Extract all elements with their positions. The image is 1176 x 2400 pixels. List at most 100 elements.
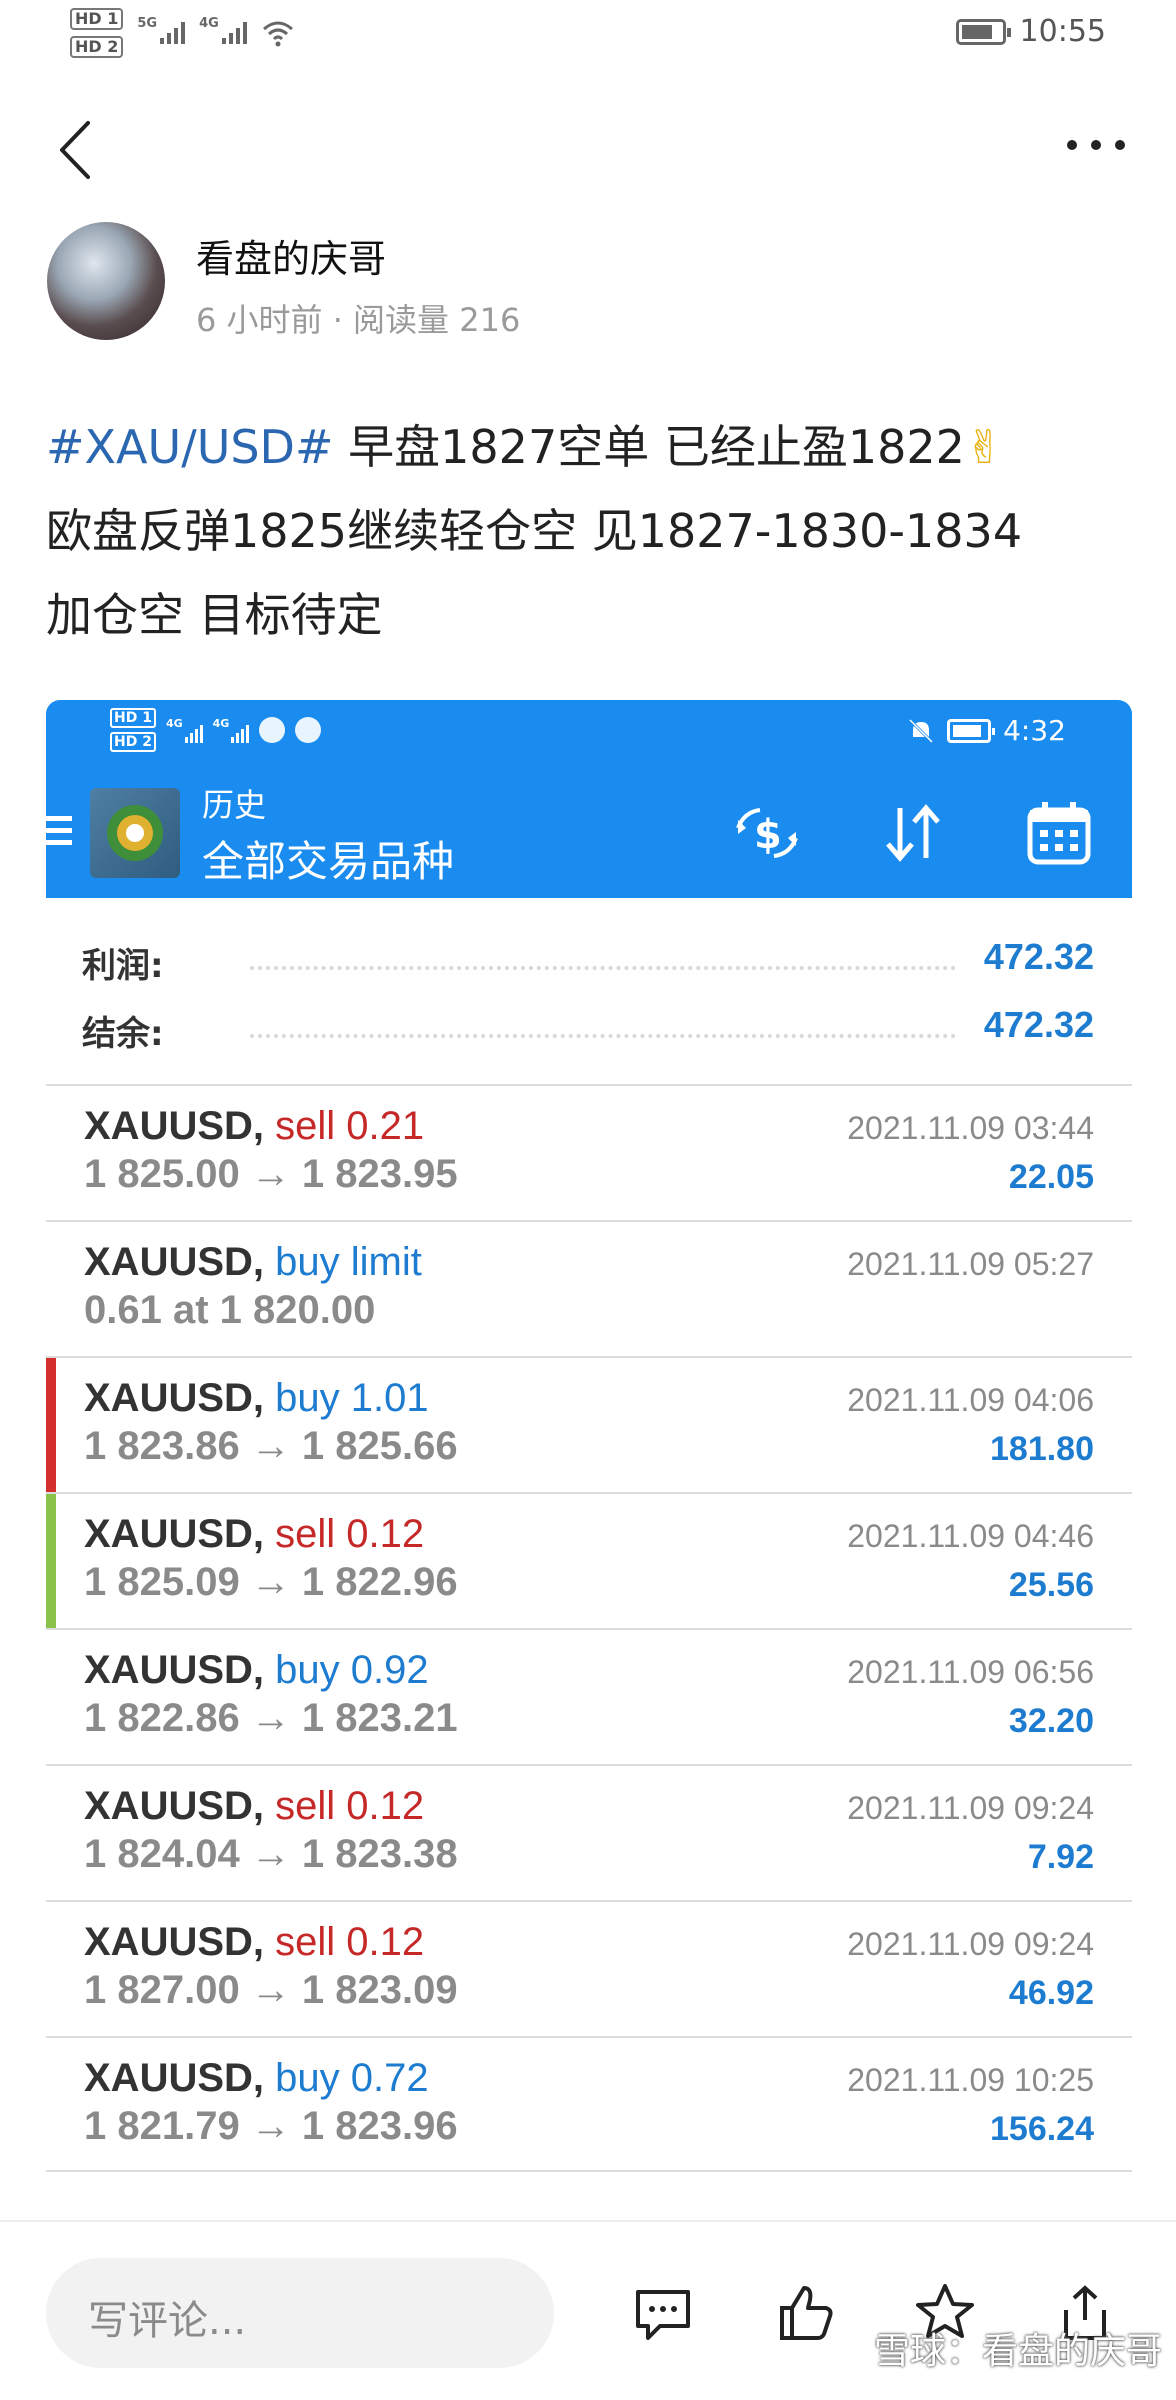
screenshot-status-left: HD 1 HD 2 4G 4G (110, 708, 322, 752)
trade-prices: 0.61 at 1 820.00 (84, 1288, 376, 1332)
thumbs-up-icon[interactable] (772, 2280, 838, 2346)
post-meta: 6 小时前 · 阅读量 216 (196, 301, 521, 339)
trade-row[interactable]: XAUUSD, buy 0.92 1 822.86 → 1 823.21 2021.… (46, 1628, 1132, 1764)
post-line-1-text: 早盘1827空单 已经止盈1822 (333, 420, 965, 474)
trade-title: XAUUSD, sell 0.12 (84, 1920, 424, 1965)
status-right: 10:55 (955, 14, 1106, 49)
summary-dots (250, 966, 956, 970)
screenshot-hd1: HD 1 (110, 708, 156, 728)
trade-profit: 46.92 (1008, 1974, 1094, 2012)
trade-prices: 1 823.86 → 1 825.66 (84, 1424, 458, 1468)
comment-icon[interactable] (630, 2280, 696, 2346)
screen-subtitle-symbols[interactable]: 全部交易品种 (202, 828, 454, 889)
trade-title: XAUUSD, buy 0.92 (84, 1648, 429, 1693)
summary-row: 结余: 472.32 (46, 996, 1132, 1056)
author-name[interactable]: 看盘的庆哥 (196, 228, 386, 283)
trade-row[interactable]: XAUUSD, sell 0.12 1 827.00 → 1 823.09 2021… (46, 1900, 1132, 2036)
metatrader-logo-icon (107, 805, 163, 861)
trade-prices: 1 825.00 → 1 823.95 (84, 1152, 458, 1196)
trade-title: XAUUSD, buy 1.01 (84, 1376, 429, 1421)
trade-profit: 22.05 (1008, 1158, 1094, 1196)
bottom-divider (0, 2220, 1176, 2222)
screenshot-status-right: 4:32 (907, 714, 1066, 747)
trade-row[interactable]: XAUUSD, sell 0.21 1 825.00 → 1 823.95 2021… (46, 1084, 1132, 1220)
trade-prices: 1 822.86 → 1 823.21 (84, 1696, 458, 1740)
avatar[interactable] (47, 222, 165, 340)
currency-exchange-icon[interactable]: $ (732, 798, 802, 868)
screenshot-signal2-icon: 4G (213, 717, 250, 743)
post-line-1: #XAU/USD# 早盘1827空单 已经止盈1822✌ (46, 405, 1136, 489)
svg-text:$: $ (754, 812, 782, 858)
hd1-badge: HD 1 (70, 8, 124, 30)
metatrader-logo (90, 788, 180, 878)
hd-indicators: HD 1 HD 2 (70, 8, 124, 58)
hamburger-menu-icon[interactable] (46, 812, 76, 850)
trade-side: buy limit (275, 1240, 422, 1284)
post-line-3: 加仓空 目标待定 (46, 588, 383, 642)
trade-time: 2021.11.09 06:56 (847, 1654, 1094, 1690)
xueqiu-watermark: 雪球：看盘的庆哥 (873, 2331, 1162, 2372)
trade-side: sell 0.12 (275, 1512, 425, 1556)
screenshot-time: 4:32 (1003, 714, 1066, 747)
more-icon[interactable] (1061, 130, 1131, 160)
trade-marker (46, 1222, 56, 1356)
trade-symbol: XAUUSD, (84, 1648, 265, 1692)
summary-row: 利润: 472.32 (46, 928, 1132, 988)
back-arrow-icon[interactable] (50, 115, 100, 185)
trade-row[interactable]: XAUUSD, buy 1.01 1 823.86 → 1 825.66 2021.… (46, 1356, 1132, 1492)
trade-title: XAUUSD, sell 0.21 (84, 1104, 424, 1149)
screenshot-hd-indicators: HD 1 HD 2 (110, 708, 156, 752)
summary-label: 利润: (82, 946, 164, 986)
trade-marker (46, 2038, 56, 2172)
summary-dots (250, 1034, 956, 1038)
trade-profit: 181.80 (990, 1430, 1094, 1468)
summary-label: 结余: (82, 1014, 164, 1054)
network-4g-label: 4G (199, 16, 219, 31)
signal-4g-icon: 4G (199, 8, 247, 44)
trade-marker (46, 1086, 56, 1220)
trade-row[interactable]: XAUUSD, sell 0.12 1 825.09 → 1 822.96 2021… (46, 1492, 1132, 1628)
trade-symbol: XAUUSD, (84, 1376, 265, 1420)
screen-title-history: 历史 (202, 786, 267, 824)
trade-profit: 25.56 (1008, 1566, 1094, 1604)
trade-symbol: XAUUSD, (84, 1240, 265, 1284)
trade-title: XAUUSD, buy limit (84, 1240, 422, 1285)
trade-symbol: XAUUSD, (84, 1784, 265, 1828)
trade-profit: 32.20 (1008, 1702, 1094, 1740)
battery-icon (955, 18, 1011, 45)
trade-profit: 156.24 (990, 2110, 1094, 2148)
trade-time: 2021.11.09 04:46 (847, 1518, 1094, 1554)
trade-row[interactable]: XAUUSD, buy 0.72 1 821.79 → 1 823.96 2021.… (46, 2036, 1132, 2172)
calendar-icon[interactable] (1024, 798, 1094, 868)
screenshot-signal-icon: 4G (166, 717, 203, 743)
comment-input[interactable]: 写评论... (46, 2258, 554, 2368)
victory-emoji: ✌ (964, 420, 1004, 474)
trade-prices: 1 827.00 → 1 823.09 (84, 1968, 458, 2012)
trade-row[interactable]: XAUUSD, sell 0.12 1 824.04 → 1 823.38 2021… (46, 1764, 1132, 1900)
trade-marker (46, 1494, 56, 1628)
trade-time: 2021.11.09 05:27 (847, 1246, 1094, 1282)
trade-time: 2021.11.09 03:44 (847, 1110, 1094, 1146)
trade-title: XAUUSD, buy 0.72 (84, 2056, 429, 2101)
post-line-2: 欧盘反弹1825继续轻仓空 见1827-1830-1834 (46, 504, 1023, 558)
summary-value: 472.32 (983, 1004, 1094, 1045)
status-bar: HD 1 HD 2 5G 4G 10:55 (0, 0, 1176, 72)
signal-5g-icon: 5G (137, 8, 186, 44)
trade-prices: 1 821.79 → 1 823.96 (84, 2104, 458, 2148)
post-body: #XAU/USD# 早盘1827空单 已经止盈1822✌ 欧盘反弹1825继续轻… (46, 405, 1136, 657)
trade-symbol: XAUUSD, (84, 1104, 265, 1148)
sort-icon[interactable] (878, 798, 948, 868)
trade-marker (46, 1358, 56, 1492)
trade-time: 2021.11.09 09:24 (847, 1790, 1094, 1826)
trade-profit: 7.92 (1027, 1838, 1094, 1876)
status-time: 10:55 (1019, 14, 1106, 49)
comment-placeholder: 写评论... (88, 2298, 247, 2344)
hashtag-link[interactable]: #XAU/USD# (46, 420, 334, 474)
browser-app-icon (295, 717, 322, 743)
trade-history-screenshot[interactable]: HD 1 HD 2 4G 4G 4:32 历史 全部交易品种 $ 利润: 472… (46, 700, 1132, 2178)
trade-title: XAUUSD, sell 0.12 (84, 1784, 424, 1829)
trade-prices: 1 824.04 → 1 823.38 (84, 1832, 458, 1876)
trade-row[interactable]: XAUUSD, buy limit 0.61 at 1 820.00 2021.11… (46, 1220, 1132, 1356)
trade-side: buy 0.92 (275, 1648, 429, 1692)
trade-marker (46, 1766, 56, 1900)
